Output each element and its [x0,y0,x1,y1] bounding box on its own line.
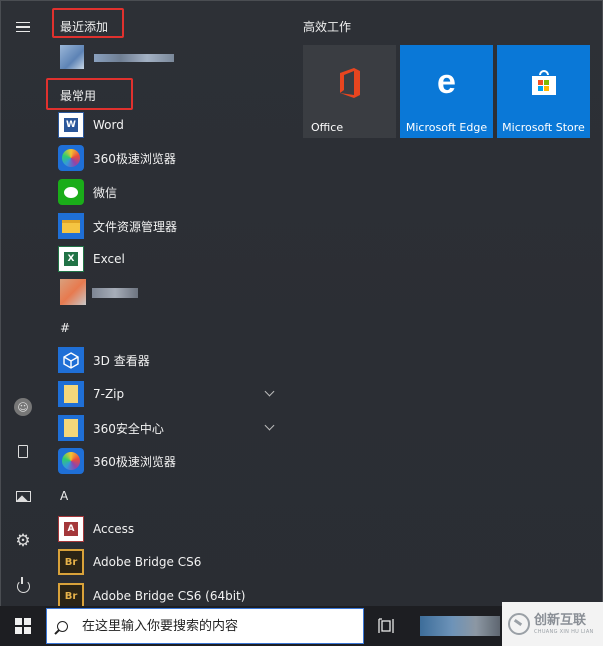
folder-icon [58,381,84,407]
pictures-button[interactable] [0,476,46,516]
watermark-logo: 创新互联 CHUANG XIN HU LIAN [502,602,603,646]
list-item-label: Access [93,522,135,536]
power-icon [16,576,30,593]
edge-icon: e [437,63,456,101]
list-item-360-browser-2[interactable]: 360极速浏览器 [58,446,283,476]
picture-icon [15,490,31,502]
chevron-down-icon[interactable] [264,386,275,397]
watermark-text: 创新互联 [534,612,587,628]
settings-button[interactable]: ⚙ [0,521,46,561]
task-view-button[interactable] [378,618,396,634]
list-item-label: Adobe Bridge CS6 [93,555,202,569]
list-item-360-browser[interactable]: 360极速浏览器 [58,143,283,173]
power-button[interactable] [0,566,46,606]
blurred-app-icon [60,45,84,69]
wechat-icon [58,179,84,205]
blurred-recent-app[interactable] [60,44,190,74]
tile-microsoft-edge[interactable]: e Microsoft Edge [400,45,493,138]
360-browser-icon [58,145,84,171]
app-list: 最近添加 最常用 W Word 360极速浏览器 微信 文件资源管理器 X Ex… [46,0,291,609]
search-input[interactable] [80,617,344,635]
file-explorer-icon [58,213,84,239]
blurred-app-icon [60,279,86,305]
list-item-label: Word [93,118,124,132]
tile-label: Microsoft Edge [405,121,488,134]
excel-icon: X [58,246,84,272]
section-header-recently-added: 最近添加 [60,20,109,34]
store-icon [530,69,558,101]
brand-logo-icon [508,613,530,635]
list-item-360-security[interactable]: 360安全中心 [58,413,283,443]
list-item-7zip[interactable]: 7-Zip [58,379,283,409]
list-item-wechat[interactable]: 微信 [58,177,283,207]
folder-icon [58,415,84,441]
list-item-access[interactable]: A Access [58,514,283,544]
search-icon [57,620,68,632]
taskbar-search-box[interactable] [46,608,364,644]
blurred-app-label [94,54,174,62]
3d-viewer-icon [58,347,84,373]
list-item-label: Excel [93,252,125,266]
account-button[interactable]: ☺ [0,387,46,427]
360-browser-icon [58,448,84,474]
list-item-label: Adobe Bridge CS6 (64bit) [93,589,246,603]
list-item-file-explorer[interactable]: 文件资源管理器 [58,211,283,241]
list-item-label: 360安全中心 [93,421,164,436]
tile-microsoft-store[interactable]: Microsoft Store [497,45,590,138]
hamburger-icon [16,19,30,36]
section-header-most-used: 最常用 [60,89,97,103]
list-item-excel[interactable]: X Excel [58,244,283,274]
expand-menu-button[interactable] [0,7,46,47]
start-button[interactable] [0,606,46,646]
watermark-subtext: CHUANG XIN HU LIAN [534,628,594,635]
start-menu: ☺ ⚙ 最近添加 最常用 W Word 360极速浏览器 微信 文件资源管理器 … [0,0,603,646]
office-icon [336,67,364,103]
section-header-a: A [60,489,69,503]
tile-label: Office [311,121,344,134]
word-icon: W [58,112,84,138]
list-item-word[interactable]: W Word [58,110,283,140]
user-avatar-icon: ☺ [14,398,32,416]
list-item-3d-viewer[interactable]: 3D 查看器 [58,345,283,375]
blurred-app-label [92,288,138,298]
adobe-bridge-icon: Br [58,549,84,575]
blurred-taskbar-app[interactable] [420,616,500,636]
chevron-down-icon[interactable] [264,420,275,431]
tile-group-title[interactable]: 高效工作 [303,18,351,35]
gear-icon: ⚙ [15,530,31,551]
list-item-label: 360极速浏览器 [93,151,176,166]
section-header-hash: # [60,321,71,335]
tile-office[interactable]: Office [303,45,396,138]
start-left-rail: ☺ ⚙ [0,0,46,606]
list-item-label: 文件资源管理器 [93,219,178,234]
list-item-adobe-bridge[interactable]: Br Adobe Bridge CS6 [58,547,283,577]
list-item-label: 3D 查看器 [93,353,150,368]
document-icon [18,444,28,458]
access-icon: A [58,516,84,542]
blurred-most-used-app[interactable] [60,279,190,309]
list-item-label: 360极速浏览器 [93,454,176,469]
list-item-label: 7-Zip [93,387,125,401]
list-item-label: 微信 [93,185,118,200]
documents-button[interactable] [0,431,46,471]
tile-label: Microsoft Store [502,121,585,134]
windows-logo-icon [15,618,31,634]
task-view-icon [378,618,394,633]
